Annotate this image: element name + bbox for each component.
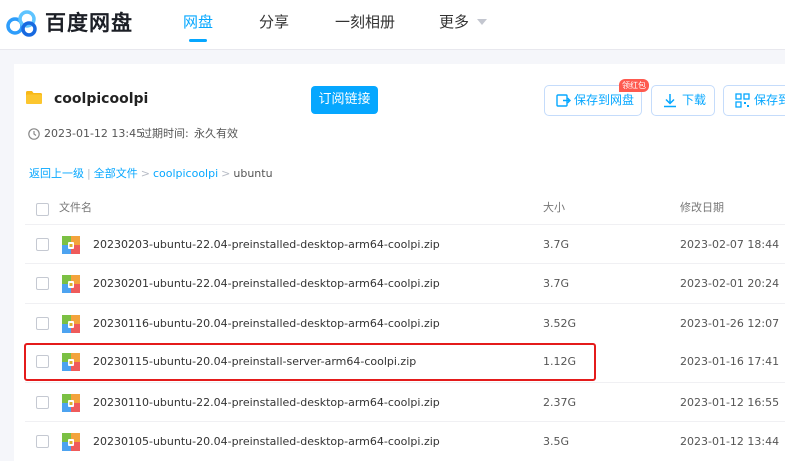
breadcrumb-back[interactable]: 返回上一级 xyxy=(29,167,84,180)
row-checkbox[interactable] xyxy=(36,355,49,368)
select-all-checkbox[interactable] xyxy=(36,203,49,216)
breadcrumb: 返回上一级 | 全部文件 > coolpicoolpi > ubuntu xyxy=(29,167,273,181)
nav-more[interactable]: 更多 xyxy=(439,12,469,32)
folder-icon xyxy=(26,91,42,104)
file-size: 3.5G xyxy=(543,435,570,448)
file-name-link[interactable]: 20230116-ubuntu-20.04-preinstalled-deskt… xyxy=(93,316,440,332)
column-header-size[interactable]: 大小 xyxy=(543,201,565,215)
created-time: 2023-01-12 13:45 xyxy=(44,127,144,140)
file-size: 1.12G xyxy=(543,355,577,368)
red-packet-badge[interactable]: 领红包 xyxy=(619,79,649,92)
file-name-link[interactable]: 20230201-ubuntu-22.04-preinstalled-deskt… xyxy=(93,276,440,292)
zip-file-icon xyxy=(62,236,80,254)
table-row[interactable]: 20230201-ubuntu-22.04-preinstalled-deskt… xyxy=(25,263,785,303)
zip-file-icon xyxy=(62,275,80,293)
nav-active-indicator xyxy=(189,39,207,42)
file-name-link[interactable]: 20230105-ubuntu-20.04-preinstalled-deskt… xyxy=(93,434,440,450)
zip-file-icon xyxy=(62,394,80,412)
row-checkbox[interactable] xyxy=(36,396,49,409)
file-size: 3.52G xyxy=(543,317,577,330)
file-name-link[interactable]: 20230203-ubuntu-22.04-preinstalled-deskt… xyxy=(93,237,440,253)
file-date: 2023-01-12 16:55 xyxy=(680,396,780,409)
expire-label: 过期时间: xyxy=(141,127,189,140)
file-date: 2023-01-12 13:44 xyxy=(680,435,780,448)
file-date: 2023-02-01 20:24 xyxy=(680,277,780,290)
row-checkbox[interactable] xyxy=(36,317,49,330)
breadcrumb-arrow: > xyxy=(140,167,150,180)
breadcrumb-folder[interactable]: coolpicoolpi xyxy=(153,167,218,180)
table-row[interactable]: 20230116-ubuntu-20.04-preinstalled-deskt… xyxy=(25,303,785,343)
download-button[interactable]: 下载 xyxy=(651,85,715,116)
zip-file-icon xyxy=(62,315,80,333)
breadcrumb-all-files[interactable]: 全部文件 xyxy=(94,167,138,180)
baidu-netdisk-logo[interactable] xyxy=(6,9,38,37)
expire-value: 永久有效 xyxy=(194,127,238,140)
save-to-phone-button[interactable]: 保存到 xyxy=(723,85,785,116)
nav-netdisk[interactable]: 网盘 xyxy=(183,12,213,32)
file-date: 2023-02-07 18:44 xyxy=(680,238,780,251)
table-row[interactable]: 20230203-ubuntu-22.04-preinstalled-deskt… xyxy=(25,224,785,264)
file-size: 3.7G xyxy=(543,238,570,251)
zip-file-icon xyxy=(62,353,80,371)
row-checkbox[interactable] xyxy=(36,435,49,448)
nav-share[interactable]: 分享 xyxy=(259,12,289,32)
save-to-cloud-icon xyxy=(556,94,571,107)
table-row-date-cell: 2023-01-16 17:41 xyxy=(596,343,785,383)
file-size: 2.37G xyxy=(543,396,577,409)
column-header-name[interactable]: 文件名 xyxy=(59,201,92,215)
breadcrumb-arrow: > xyxy=(221,167,231,180)
file-name-link[interactable]: 20230110-ubuntu-22.04-preinstalled-deskt… xyxy=(93,395,440,411)
breadcrumb-divider: | xyxy=(87,167,91,180)
column-header-date[interactable]: 修改日期 xyxy=(680,201,724,215)
table-row-highlighted[interactable]: 20230115-ubuntu-20.04-preinstall-server-… xyxy=(24,343,596,381)
row-checkbox[interactable] xyxy=(36,238,49,251)
chevron-down-icon[interactable] xyxy=(477,19,487,25)
zip-file-icon xyxy=(62,433,80,451)
nav-album[interactable]: 一刻相册 xyxy=(335,12,395,32)
qrcode-icon xyxy=(735,93,750,108)
top-nav-bar: 百度网盘 网盘 分享 一刻相册 更多 xyxy=(0,0,785,50)
download-icon xyxy=(664,94,676,108)
share-title: coolpicoolpi xyxy=(54,91,149,107)
row-checkbox[interactable] xyxy=(36,277,49,290)
download-label: 下载 xyxy=(682,93,707,107)
file-date: 2023-01-16 17:41 xyxy=(680,355,780,368)
brand-title[interactable]: 百度网盘 xyxy=(45,9,133,37)
subscribe-button[interactable]: 订阅链接 xyxy=(311,86,378,114)
clock-icon xyxy=(28,128,40,140)
save-to-phone-label: 保存到 xyxy=(754,93,785,107)
breadcrumb-current: ubuntu xyxy=(233,167,273,180)
file-name-link[interactable]: 20230115-ubuntu-20.04-preinstall-server-… xyxy=(93,354,416,370)
file-date: 2023-01-26 12:07 xyxy=(680,317,780,330)
table-row[interactable]: 20230105-ubuntu-20.04-preinstalled-deskt… xyxy=(25,421,785,461)
table-row[interactable]: 20230110-ubuntu-22.04-preinstalled-deskt… xyxy=(25,382,785,422)
file-size: 3.7G xyxy=(543,277,570,290)
